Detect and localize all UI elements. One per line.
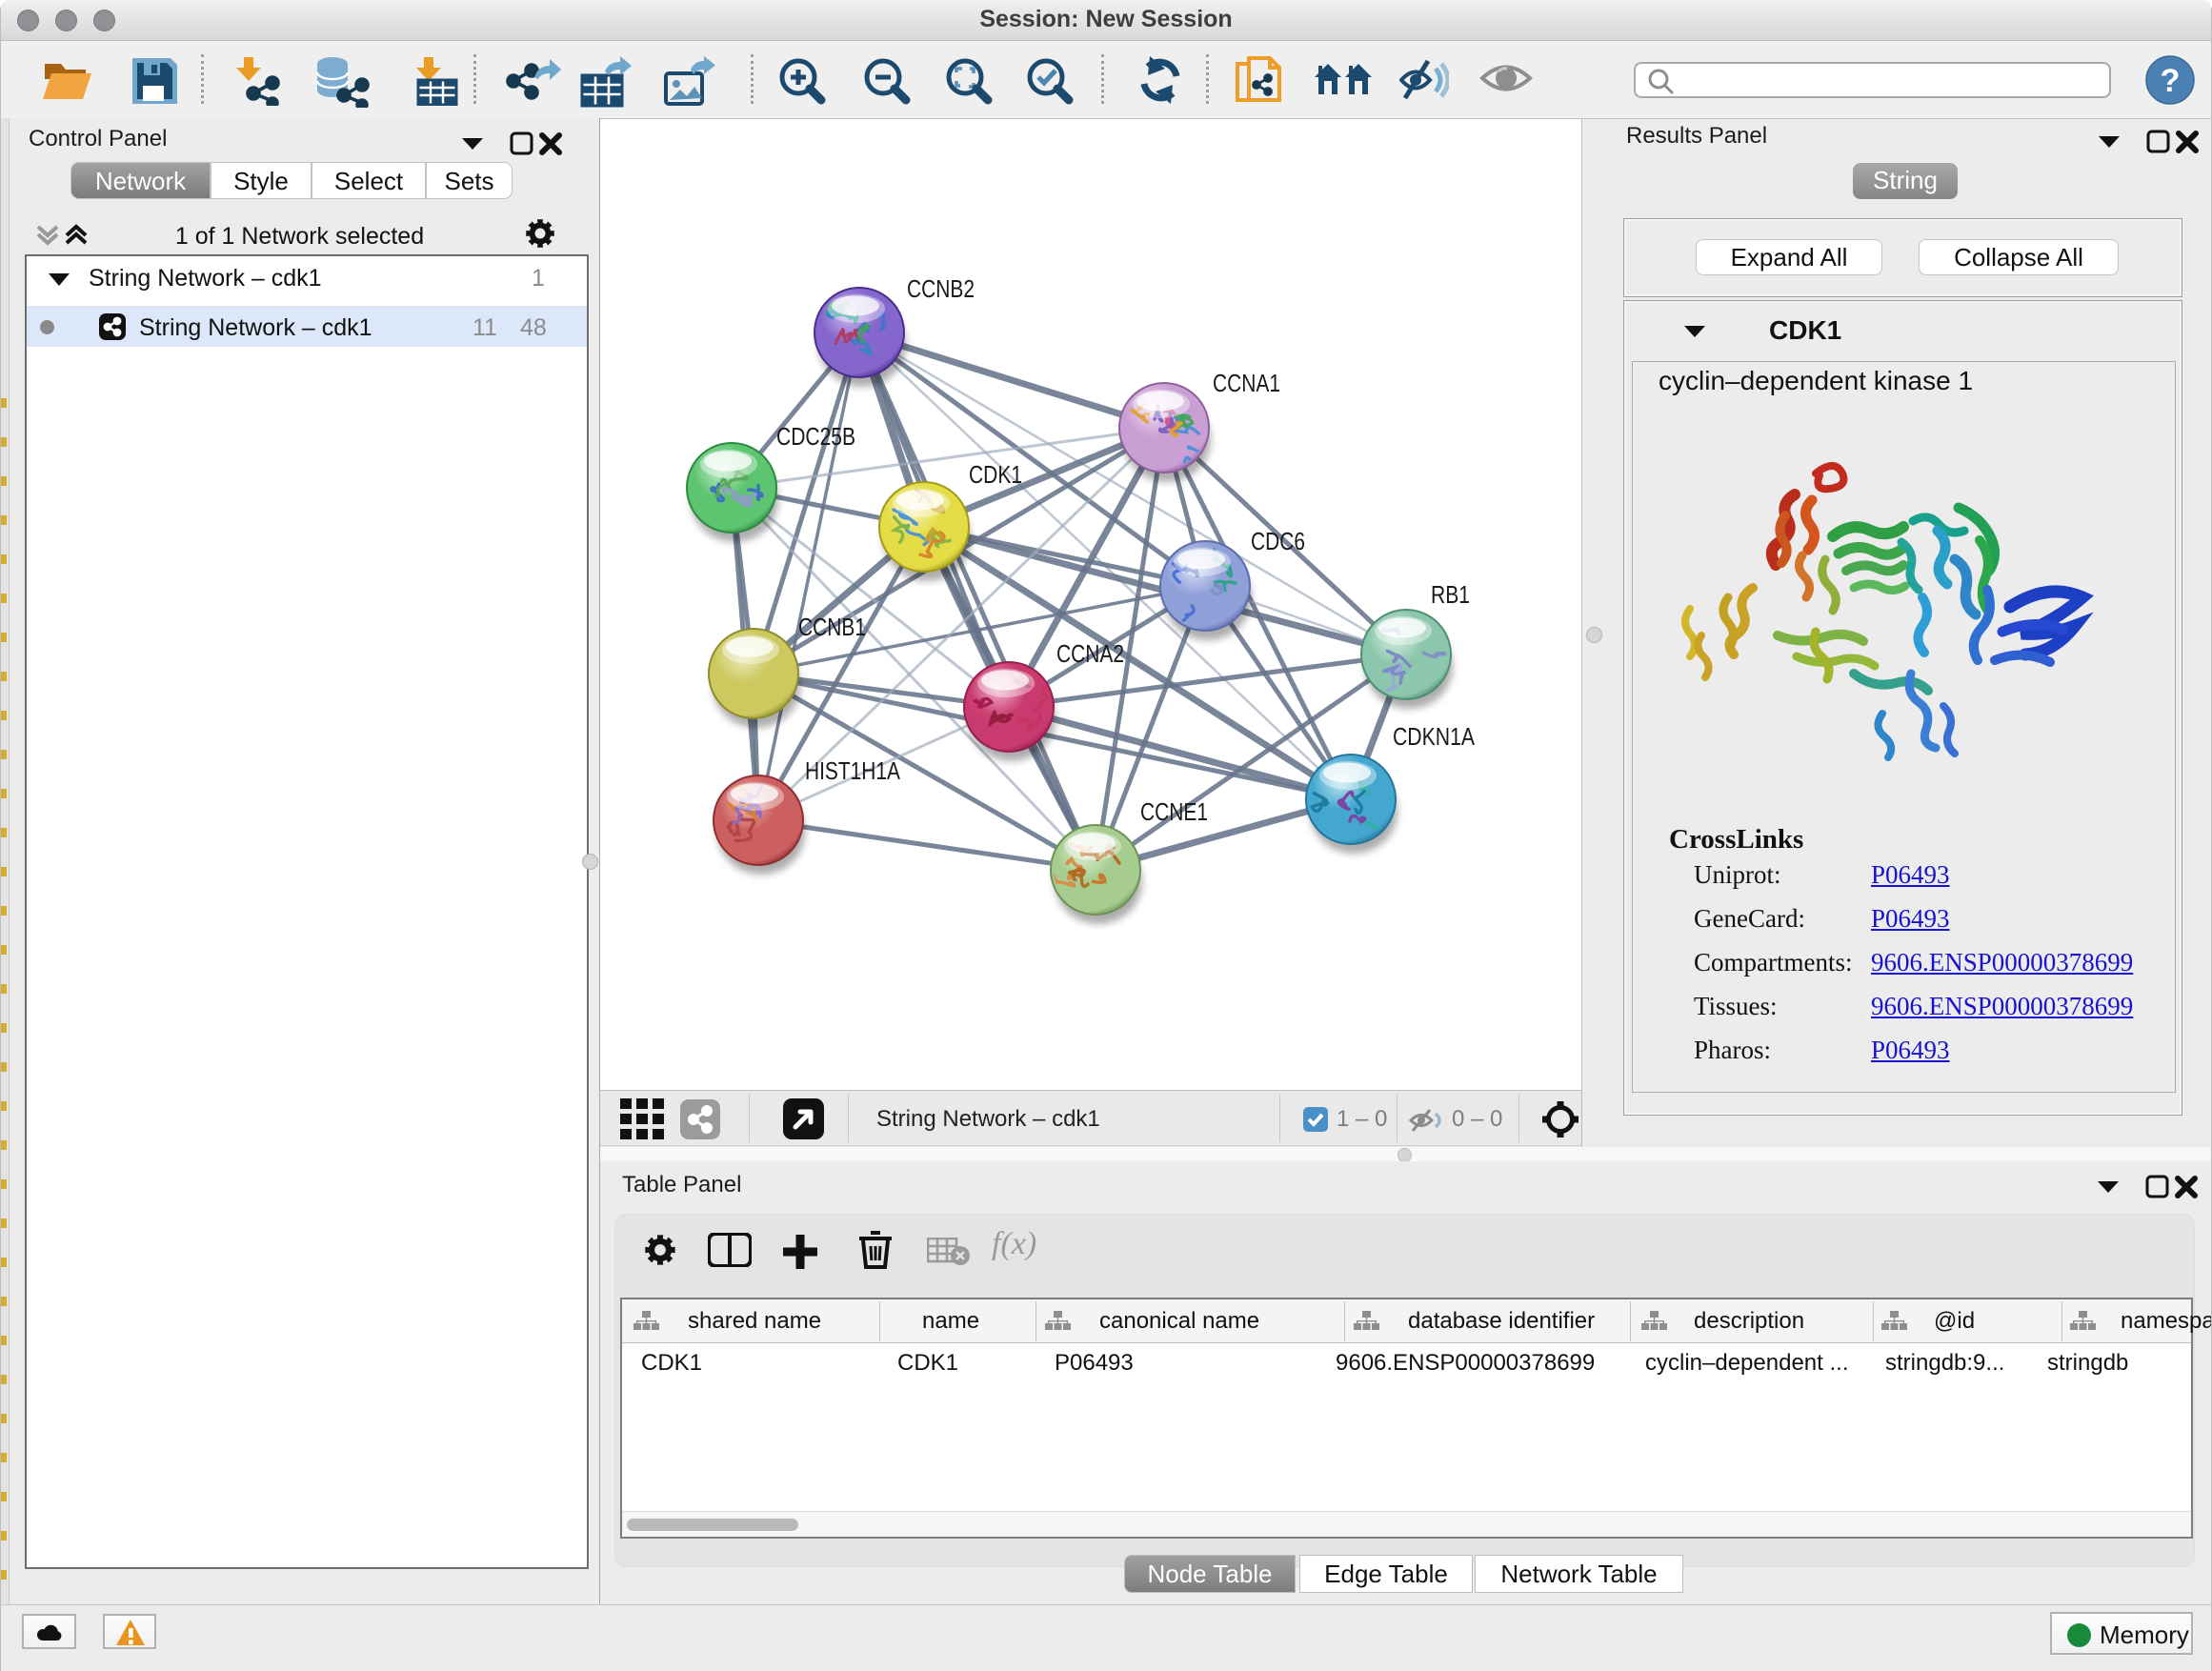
svg-text:CDC6: CDC6 [1251,527,1305,555]
svg-text:HIST1H1A: HIST1H1A [805,756,901,785]
svg-text:CCNB2: CCNB2 [907,274,975,303]
svg-text:CCNA1: CCNA1 [1213,369,1280,397]
svg-text:CCNE1: CCNE1 [1140,797,1208,826]
svg-text:CDC25B: CDC25B [776,422,855,451]
svg-text:CDKN1A: CDKN1A [1393,722,1476,751]
svg-text:CDK1: CDK1 [969,460,1022,489]
svg-text:?: ? [2161,63,2181,99]
svg-text:CCNA2: CCNA2 [1056,639,1124,668]
svg-text:CCNB1: CCNB1 [798,613,866,641]
svg-text:RB1: RB1 [1431,580,1470,609]
